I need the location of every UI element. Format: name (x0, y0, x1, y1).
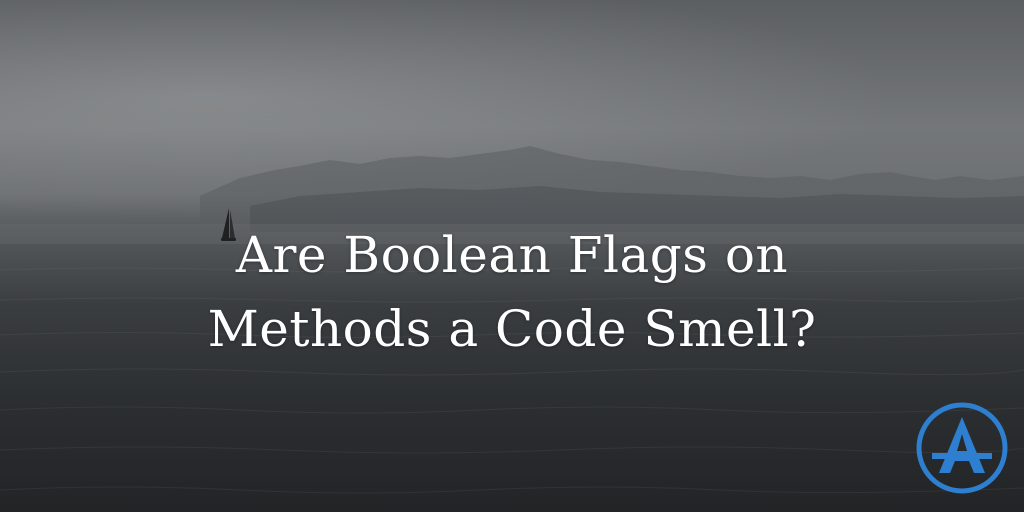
letter-a-logo-icon[interactable] (915, 401, 1009, 495)
hero-banner: Are Boolean Flags on Methods a Code Smel… (0, 0, 1024, 512)
post-title-line-1: Are Boolean Flags on (235, 226, 789, 284)
post-title-line-2: Methods a Code Smell? (207, 300, 817, 358)
